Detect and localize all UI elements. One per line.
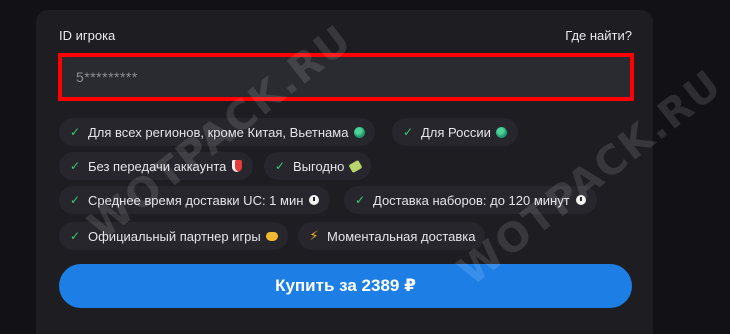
player-id-label: ID игрока	[59, 28, 116, 43]
check-icon: ✓	[354, 193, 366, 207]
clock-icon	[308, 194, 320, 206]
feature-chip-official-partner: ✓ Официальный партнер игры	[59, 222, 288, 250]
feature-text: Для всех регионов, кроме Китая, Вьетнама	[88, 124, 349, 140]
feature-text: Выгодно	[293, 158, 345, 174]
feature-text: Официальный партнер игры	[88, 228, 261, 244]
feature-chip-russia: ✓ Для России	[392, 118, 518, 146]
check-icon: ✓	[69, 159, 81, 173]
feature-chip-profitable: ✓ Выгодно	[264, 152, 372, 180]
feature-text: Доставка наборов: до 120 минут	[373, 192, 570, 208]
feature-text: Без передачи аккаунта	[88, 158, 227, 174]
shield-icon	[231, 160, 243, 172]
money-icon	[348, 159, 363, 173]
globe-icon	[353, 126, 365, 138]
feature-chip-all-regions: ✓ Для всех регионов, кроме Китая, Вьетна…	[59, 118, 376, 146]
feature-chip-bundle-delivery: ✓ Доставка наборов: до 120 минут	[344, 186, 597, 214]
feature-text: Среднее время доставки UC: 1 мин	[88, 192, 304, 208]
where-to-find-link[interactable]: Где найти?	[565, 28, 632, 43]
handshake-icon	[265, 230, 278, 242]
feature-chip-instant-delivery: ⚡ Моментальная доставка	[298, 222, 486, 250]
player-id-field	[58, 53, 634, 101]
globe-icon	[496, 126, 508, 138]
buy-button[interactable]: Купить за 2389 ₽	[59, 264, 632, 308]
clock-icon	[575, 194, 587, 206]
lightning-icon: ⚡	[309, 228, 319, 243]
check-icon: ✓	[69, 125, 81, 139]
feature-text: Для России	[421, 124, 491, 140]
check-icon: ✓	[402, 125, 414, 139]
player-id-label-row: ID игрока Где найти?	[59, 28, 632, 43]
player-id-input[interactable]	[62, 57, 630, 97]
feature-text: Моментальная доставка	[327, 228, 476, 244]
feature-chip-no-account-transfer: ✓ Без передачи аккаунта	[59, 152, 254, 180]
check-icon: ✓	[274, 159, 286, 173]
check-icon: ✓	[69, 193, 81, 207]
check-icon: ✓	[69, 229, 81, 243]
feature-chip-uc-delivery-time: ✓ Среднее время доставки UC: 1 мин	[59, 186, 331, 214]
